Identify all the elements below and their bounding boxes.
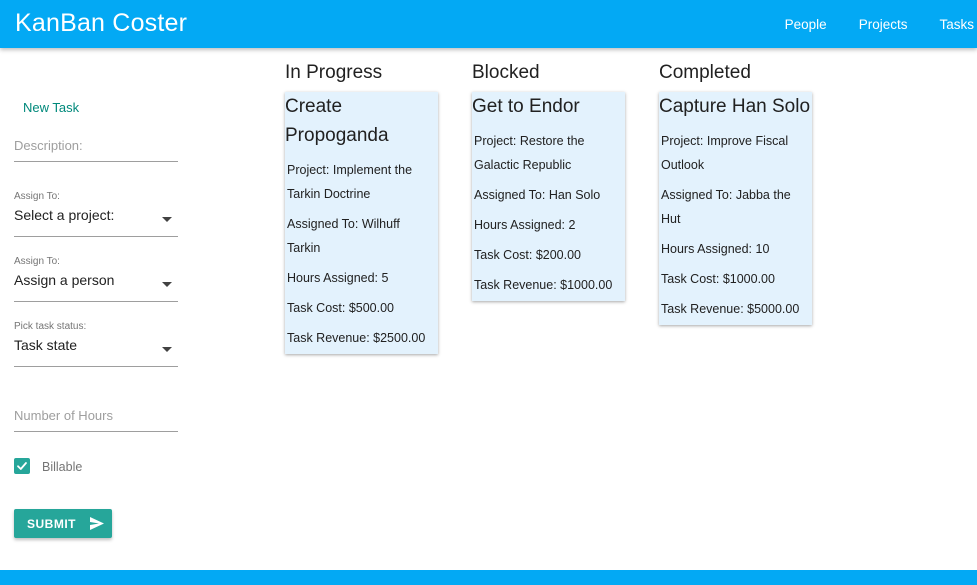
card-title: Capture Han Solo (659, 96, 811, 117)
hours-placeholder: Number of Hours (14, 408, 113, 423)
nav-links: People Projects Tasks (753, 0, 977, 48)
card-assigned: Assigned To: Han Solo (474, 188, 601, 202)
task-card[interactable]: Get to Endor Project: Restore the Galact… (472, 92, 625, 301)
card-revenue: Task Revenue: $5000.00 (661, 302, 800, 316)
column-blocked: Blocked Get to Endor Project: Restore th… (472, 62, 632, 301)
send-icon (90, 517, 104, 530)
nav-projects[interactable]: Projects (859, 17, 908, 32)
column-completed: Completed Capture Han Solo Project: Impr… (659, 62, 819, 325)
card-project: Project: Improve Fiscal Outlook (661, 134, 789, 172)
nav-people[interactable]: People (785, 17, 827, 32)
card-project: Project: Implement the Tarkin Doctrine (287, 163, 413, 201)
checkmark-icon (17, 461, 27, 470)
card-cost: Task Cost: $500.00 (287, 301, 395, 315)
footer-bar (0, 570, 977, 585)
app-title[interactable]: KanBan Coster (15, 9, 187, 38)
billable-checkbox[interactable] (14, 457, 30, 474)
column-title: Completed (659, 62, 751, 83)
card-title: Create Propoganda (285, 96, 389, 146)
hours-field[interactable]: Number of Hours (14, 408, 178, 432)
column-in-progress: In Progress Create Propoganda Project: I… (285, 62, 445, 354)
card-assigned: Assigned To: Wilhuff Tarkin (287, 217, 400, 255)
nav-tasks[interactable]: Tasks (939, 17, 974, 32)
card-cost: Task Cost: $200.00 (474, 248, 582, 262)
card-title: Get to Endor (472, 96, 580, 117)
card-hours: Hours Assigned: 5 (287, 271, 389, 285)
description-field[interactable]: Description: (14, 138, 178, 162)
billable-row: Billable (14, 457, 82, 474)
person-select[interactable]: Assign To: Assign a person (14, 256, 178, 302)
submit-button[interactable]: SUBMIT (14, 509, 112, 538)
status-select[interactable]: Pick task status: Task state (14, 321, 178, 367)
status-value: Task state (14, 337, 78, 353)
card-revenue: Task Revenue: $2500.00 (287, 331, 426, 345)
card-hours: Hours Assigned: 10 (661, 242, 770, 256)
card-project: Project: Restore the Galactic Republic (474, 134, 585, 172)
card-hours: Hours Assigned: 2 (474, 218, 576, 232)
task-card[interactable]: Capture Han Solo Project: Improve Fiscal… (659, 92, 812, 325)
project-select[interactable]: Assign To: Select a project: (14, 191, 178, 237)
card-revenue: Task Revenue: $1000.00 (474, 278, 613, 292)
card-assigned: Assigned To: Jabba the Hut (661, 188, 791, 226)
column-title: In Progress (285, 62, 383, 83)
billable-label: Billable (42, 460, 83, 474)
form-heading: New Task (23, 100, 80, 115)
dropdown-arrow-icon (162, 217, 172, 222)
column-title: Blocked (472, 62, 540, 83)
description-placeholder: Description: (14, 138, 83, 153)
project-label: Assign To: (14, 191, 60, 202)
task-card[interactable]: Create Propoganda Project: Implement the… (285, 92, 438, 354)
dropdown-arrow-icon (162, 347, 172, 352)
dropdown-arrow-icon (162, 282, 172, 287)
card-cost: Task Cost: $1000.00 (661, 272, 775, 286)
project-value: Select a project: (14, 207, 115, 223)
submit-label: SUBMIT (27, 516, 76, 531)
person-value: Assign a person (14, 272, 115, 288)
status-label: Pick task status: (14, 321, 87, 332)
app-bar: KanBan Coster People Projects Tasks (0, 0, 977, 48)
person-label: Assign To: (14, 256, 60, 267)
